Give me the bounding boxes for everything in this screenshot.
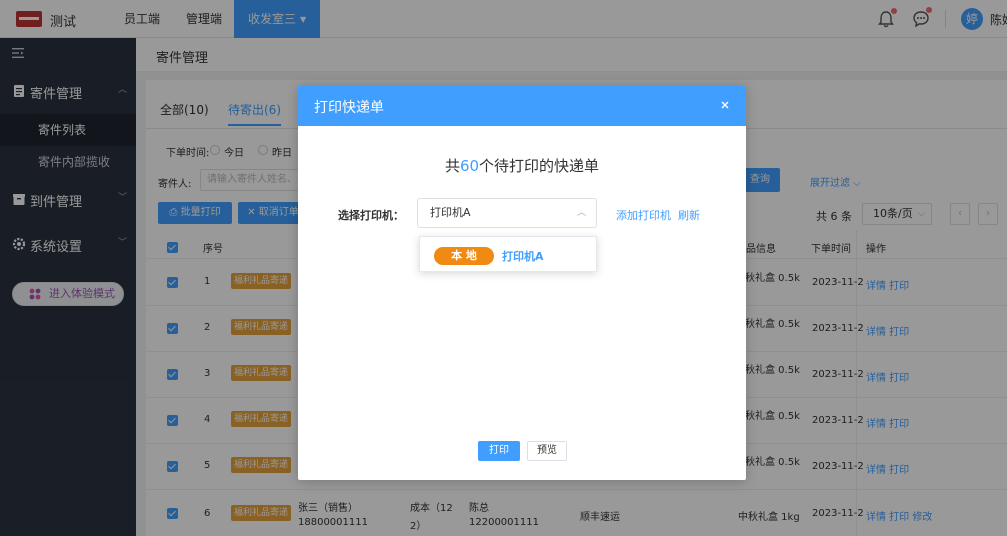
printer-select[interactable]: 打印机A ︿ xyxy=(417,198,597,228)
preview-button[interactable]: 预览 xyxy=(527,441,567,461)
chevron-up-icon: ︿ xyxy=(576,208,586,218)
dialog-heading: 共60个待打印的快递单 xyxy=(298,155,746,176)
print-dialog: 打印快递单 共60个待打印的快递单 选择打印机： 打印机A ︿ 添加打印机 刷新… xyxy=(298,85,746,480)
printer-label: 选择打印机： xyxy=(338,209,404,222)
add-printer-link[interactable]: 添加打印机 xyxy=(616,207,671,223)
heading-prefix: 共 xyxy=(444,157,460,175)
close-icon[interactable] xyxy=(718,98,732,112)
pending-count: 60 xyxy=(459,157,480,175)
dialog-title: 打印快递单 xyxy=(314,100,384,116)
printer-select-value: 打印机A xyxy=(430,206,471,219)
printer-dropdown: 本 地 打印机A xyxy=(419,236,597,272)
heading-suffix: 个待打印的快递单 xyxy=(479,157,600,175)
dialog-header: 打印快递单 xyxy=(298,85,746,126)
local-tag: 本 地 xyxy=(434,247,494,265)
printer-option-name: 打印机A xyxy=(502,250,544,263)
print-button[interactable]: 打印 xyxy=(478,441,520,461)
refresh-link[interactable]: 刷新 xyxy=(678,207,700,223)
